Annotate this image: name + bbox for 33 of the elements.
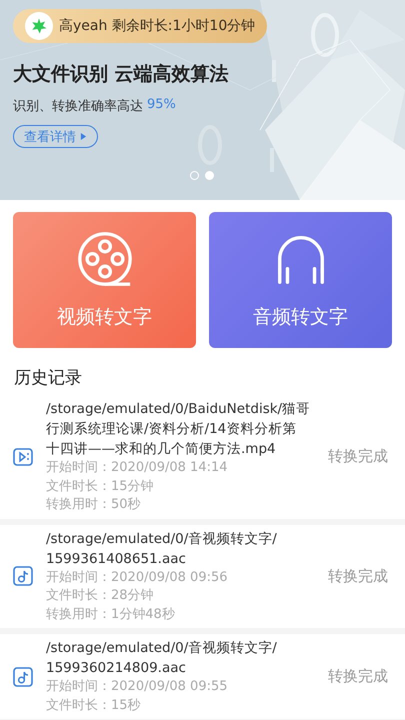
play-icon	[80, 133, 87, 140]
file-path: 十四讲——求和的几个简便方法.mp4	[46, 440, 277, 459]
film-reel-icon	[76, 230, 134, 288]
file-path: 1599361408651.aac	[46, 550, 187, 568]
file-path: /storage/emulated/0/音视频转文字/	[46, 639, 278, 658]
file-detail: 开始时间：2020/09/08 09:55	[46, 678, 229, 696]
file-detail: 转换用时：1分钟48秒	[46, 606, 176, 624]
video-file-icon	[13, 446, 33, 467]
convert-button[interactable]: 音频转文字	[209, 212, 392, 348]
avatar-icon	[25, 12, 53, 40]
status-label: 转换完成	[328, 667, 388, 686]
file-detail: 开始时间：2020/09/08 14:14	[46, 459, 229, 477]
music-file-icon	[13, 666, 33, 686]
status-label: 转换完成	[328, 447, 388, 466]
account-remaining-time: 高yeah 剩余时长:1小时10分钟	[59, 17, 256, 35]
file-path: /storage/emulated/0/音视频转文字/	[46, 530, 278, 548]
history-item[interactable]: /storage/emulated/0/音视频转文字/ 1599361408651.aac 开始时间：2020/09/08 09:56 文件时长：28分钟 转换用时：1分钟48秒 转换完成	[0, 524, 405, 634]
music-file-icon	[13, 566, 33, 586]
file-path: 行测系统理论课/资料分析/14资料分析第	[46, 420, 298, 439]
file-path: 1599360214809.aac	[46, 659, 187, 678]
file-detail: 文件时长：15分钟	[46, 478, 155, 496]
banner-headline: 大文件识别 云端高效算法	[13, 62, 229, 87]
history-item[interactable]: /storage/emulated/0/音视频转文字/ 1599360214809.aac 开始时间：2020/09/08 09:55 文件时长：15秒 转换完成	[0, 634, 405, 720]
file-detail: 文件时长：28分钟	[46, 587, 155, 605]
accuracy-value: 95%	[147, 97, 176, 114]
file-detail: 转换用时：50秒	[46, 496, 142, 514]
file-detail: 开始时间：2020/09/08 09:56	[46, 568, 229, 586]
file-detail: 文件时长：15秒	[46, 696, 142, 714]
section-title: 历史记录	[14, 367, 83, 389]
status-label: 转换完成	[328, 566, 388, 586]
banner-subtitle: 识别、转换准确率高达	[13, 98, 143, 115]
file-path: /storage/emulated/0/BaiduNetdisk/猫哥	[46, 400, 312, 419]
history-item[interactable]: /storage/emulated/0/BaiduNetdisk/猫哥 行测系统理论课/资料分析/14资料分析第 十四讲——求和的几个简便方法.mp4 开始时间：2020/09/08 14:14 文件时长：15分钟 转换用时：50秒 转换完成	[0, 395, 405, 524]
